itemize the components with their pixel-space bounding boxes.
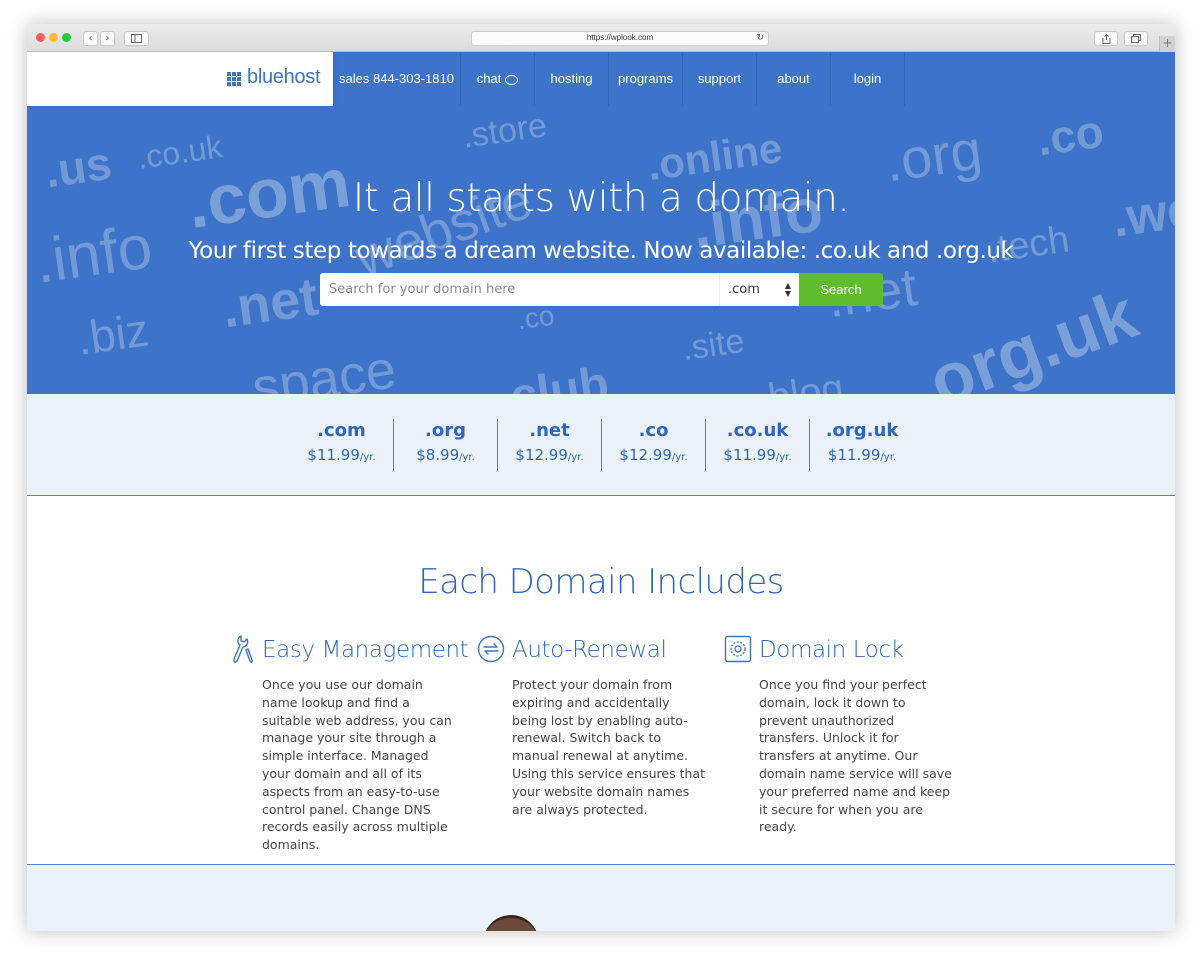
price-tld: .org.uk: [825, 420, 899, 441]
nav-item-label: about: [777, 71, 810, 86]
feature-heading: Domain Lock: [759, 637, 904, 663]
price-item[interactable]: .co $12.99/yr.: [602, 419, 706, 471]
background-tld: .blog: [754, 366, 847, 394]
background-tld: .co: [514, 299, 557, 336]
nav-item-label: sales 844-303-1810: [339, 71, 454, 86]
sidebar-icon: [131, 34, 142, 43]
lock-dial-icon: [724, 635, 752, 663]
nav-item-label: chat: [476, 71, 502, 86]
nav-item-about[interactable]: about: [757, 52, 831, 106]
price-tld: .net: [529, 420, 570, 441]
tabs-overview-button[interactable]: [1124, 31, 1148, 46]
price-item[interactable]: .co.uk $11.99/yr.: [706, 419, 810, 471]
chat-bubble-icon: [505, 74, 519, 85]
main-nav: sales 844-303-1810 chat hosting programs…: [333, 52, 905, 106]
person-photo: [483, 915, 539, 931]
back-button[interactable]: ‹: [83, 31, 98, 46]
feature-heading: Easy Management: [262, 637, 469, 663]
nav-item-login[interactable]: login: [831, 52, 905, 106]
price-item[interactable]: .net $12.99/yr.: [498, 419, 602, 471]
next-section: [27, 865, 1175, 931]
nav-item-chat[interactable]: chat: [461, 52, 535, 106]
plus-icon: +: [1162, 36, 1173, 50]
feature-heading: Auto-Renewal: [512, 637, 667, 663]
share-button[interactable]: [1094, 31, 1118, 46]
feature-body: Once you use our domain name lookup and …: [262, 677, 452, 853]
feature-body: Protect your domain from expiring and ac…: [512, 677, 705, 817]
logo-link[interactable]: bluehost: [27, 52, 333, 106]
renew-arrows-icon: [477, 635, 505, 663]
hero-subtitle: Your first step towards a dream website.…: [188, 238, 1014, 264]
price-value: $12.99/yr.: [515, 446, 584, 464]
search-button[interactable]: Search: [799, 273, 883, 306]
browser-window: ‹ › https://wplook.com ↻ + bluehost sale…: [27, 24, 1175, 931]
background-tld: space: [248, 339, 400, 394]
brand-logo-text: bluehost: [247, 66, 321, 88]
price-value: $11.99/yr.: [307, 446, 376, 464]
background-tld: .net: [218, 266, 322, 340]
tabs-icon: [1131, 34, 1141, 43]
price-list: .com $11.99/yr. .org $8.99/yr. .net $12.…: [290, 419, 914, 471]
forward-icon: ›: [105, 33, 110, 44]
nav-item-support[interactable]: support: [683, 52, 757, 106]
forward-button[interactable]: ›: [100, 31, 115, 46]
background-tld: .site: [679, 321, 747, 369]
nav-item-programs[interactable]: programs: [609, 52, 683, 106]
price-value: $11.99/yr.: [827, 446, 897, 464]
browser-toolbar: ‹ › https://wplook.com ↻ +: [27, 24, 1175, 52]
nav-item-label: login: [853, 71, 882, 86]
price-tld: .com: [317, 420, 366, 441]
price-item[interactable]: .org.uk $11.99/yr.: [810, 419, 914, 471]
close-window-button[interactable]: [36, 33, 45, 42]
domain-search-input[interactable]: [320, 273, 722, 306]
tld-select[interactable]: .com ▲ ▼: [719, 273, 799, 306]
background-tld: .biz: [73, 303, 152, 365]
price-item[interactable]: .org $8.99/yr.: [394, 419, 498, 471]
nav-item-label: support: [697, 71, 742, 86]
address-text: https://wplook.com: [586, 33, 654, 42]
hero-section: .us .co.uk .com .store .online .org .co …: [27, 106, 1175, 394]
reload-icon[interactable]: ↻: [756, 33, 764, 43]
nav-item-label: programs: [618, 71, 673, 86]
wrench-screwdriver-icon: [233, 635, 253, 663]
new-tab-button[interactable]: +: [1159, 36, 1175, 52]
price-item[interactable]: .com $11.99/yr.: [290, 419, 394, 471]
background-tld: .store: [459, 106, 550, 156]
feature-body: Once you find your perfect domain, lock …: [759, 677, 952, 835]
price-tld: .org: [425, 420, 466, 441]
nav-item-sales[interactable]: sales 844-303-1810: [333, 52, 461, 106]
price-tld: .co: [638, 420, 669, 441]
nav-item-hosting[interactable]: hosting: [535, 52, 609, 106]
address-bar[interactable]: https://wplook.com ↻: [471, 31, 769, 46]
back-icon: ‹: [88, 33, 93, 44]
sidebar-toggle-button[interactable]: [124, 31, 149, 46]
pricing-strip: .com $11.99/yr. .org $8.99/yr. .net $12.…: [27, 394, 1175, 496]
share-icon: [1102, 33, 1110, 44]
nav-item-label: hosting: [550, 71, 593, 86]
hero-title: It all starts with a domain.: [352, 176, 850, 221]
zoom-window-button[interactable]: [62, 33, 71, 42]
minimize-window-button[interactable]: [49, 33, 58, 42]
tld-select-value: .com: [728, 282, 760, 297]
background-tld: .org.uk: [900, 274, 1147, 394]
select-arrows-icon: ▲ ▼: [784, 281, 791, 298]
price-tld: .co.uk: [726, 420, 789, 441]
price-value: $8.99/yr.: [416, 446, 475, 464]
grid-logo-icon: [227, 72, 241, 86]
background-tld: .co: [1033, 106, 1107, 166]
price-value: $11.99/yr.: [723, 446, 792, 464]
site-header: bluehost sales 844-303-1810 chat hosting…: [27, 52, 1175, 106]
background-tld: .club: [493, 357, 613, 394]
price-value: $12.99/yr.: [619, 446, 688, 464]
features-title: Each Domain Includes: [418, 562, 784, 602]
